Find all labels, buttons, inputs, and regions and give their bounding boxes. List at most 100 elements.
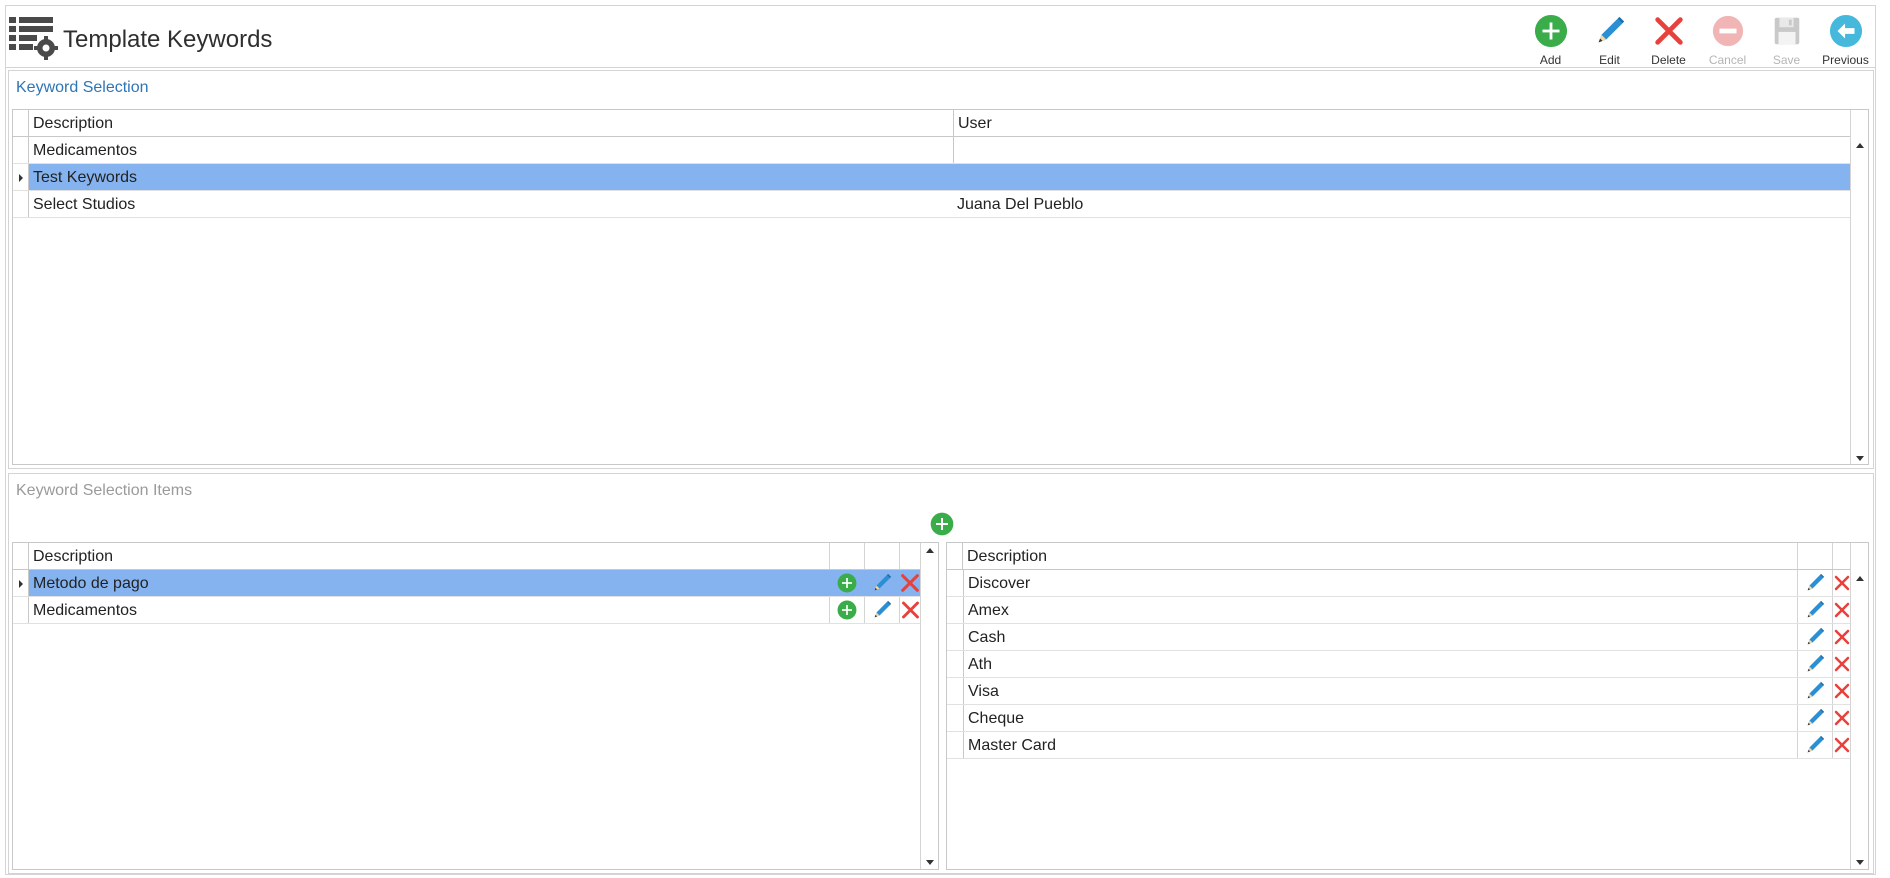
table-row[interactable]: Test Keywords — [13, 164, 1851, 191]
delete-x-icon — [899, 572, 921, 594]
add-row-button[interactable] — [829, 597, 864, 623]
table-row[interactable]: Master Card — [947, 732, 1851, 759]
delete-x-icon — [1833, 626, 1851, 648]
edit-row-button[interactable] — [1797, 705, 1832, 731]
pencil-icon — [871, 572, 893, 594]
edit-row-button[interactable] — [864, 570, 899, 596]
edit-row-button[interactable] — [1797, 597, 1832, 623]
table-row[interactable]: Medicamentos — [13, 137, 1851, 164]
save-disk-icon — [1769, 13, 1805, 49]
previous-label: Previous — [1822, 53, 1869, 67]
delete-row-button[interactable] — [1832, 597, 1851, 623]
scroll-down-icon[interactable] — [926, 860, 934, 865]
column-header-edit — [1797, 543, 1832, 569]
column-header-description[interactable]: Description — [963, 543, 1797, 569]
edit-row-button[interactable] — [1797, 678, 1832, 704]
delete-row-button[interactable] — [1832, 624, 1851, 650]
add-item-button[interactable] — [930, 512, 954, 536]
description-cell: Medicamentos — [33, 602, 138, 619]
current-row-arrow-icon — [19, 174, 23, 182]
column-header-edit — [864, 543, 899, 569]
list-settings-icon — [8, 14, 58, 60]
add-button[interactable]: Add — [1521, 10, 1580, 70]
row-indicator — [13, 597, 29, 623]
description-cell: Master Card — [963, 732, 1797, 758]
back-arrow-icon — [1828, 13, 1864, 49]
previous-button[interactable]: Previous — [1816, 10, 1875, 70]
table-row[interactable]: Discover — [947, 570, 1851, 597]
user-cell: Juana Del Pueblo — [957, 196, 1084, 213]
keyword-selection-group: Keyword Selection Description User Medic… — [8, 70, 1874, 469]
delete-row-button[interactable] — [1832, 570, 1851, 596]
delete-button[interactable]: Delete — [1639, 10, 1698, 70]
description-cell: Metodo de pago — [29, 570, 921, 596]
delete-row-button[interactable] — [1832, 705, 1851, 731]
column-header-delete — [899, 543, 921, 569]
scroll-up-icon[interactable] — [926, 548, 934, 553]
scroll-up-icon[interactable] — [1856, 143, 1864, 148]
edit-row-button[interactable] — [1797, 732, 1832, 758]
keyword-selection-items-group: Keyword Selection Items Description Meto… — [8, 473, 1874, 874]
description-cell: Select Studios — [33, 196, 136, 213]
cancel-icon — [1710, 13, 1746, 49]
scroll-up-icon[interactable] — [1856, 576, 1864, 581]
pencil-icon — [1804, 734, 1826, 756]
table-row[interactable]: Metodo de pago — [13, 570, 921, 597]
delete-x-icon — [1833, 707, 1851, 729]
keyword-selection-items-title: Keyword Selection Items — [16, 482, 193, 499]
table-row[interactable]: Amex — [947, 597, 1851, 624]
cancel-label: Cancel — [1708, 53, 1747, 67]
description-cell: Cheque — [963, 705, 1797, 731]
description-cell: Cash — [963, 624, 1797, 650]
row-indicator — [947, 651, 963, 677]
edit-label: Edit — [1599, 53, 1620, 67]
delete-x-icon — [1833, 734, 1851, 756]
pencil-icon — [1592, 13, 1628, 49]
user-cell — [953, 137, 1851, 163]
add-icon — [1533, 13, 1569, 49]
vertical-scrollbar[interactable] — [920, 543, 938, 869]
table-row[interactable]: Cash — [947, 624, 1851, 651]
edit-row-button[interactable] — [1797, 570, 1832, 596]
vertical-scrollbar[interactable] — [1850, 110, 1868, 464]
cancel-button[interactable]: Cancel — [1698, 10, 1757, 70]
row-indicator — [13, 191, 29, 217]
scroll-down-icon[interactable] — [1856, 456, 1864, 461]
delete-row-button[interactable] — [1832, 678, 1851, 704]
table-row[interactable]: Ath — [947, 651, 1851, 678]
delete-row-button[interactable] — [1832, 651, 1851, 677]
add-icon — [837, 573, 857, 593]
table-row[interactable]: Cheque — [947, 705, 1851, 732]
delete-x-icon — [1833, 599, 1851, 621]
table-row[interactable]: Select Studios Juana Del Pueblo — [13, 191, 1851, 218]
add-row-button[interactable] — [829, 570, 864, 596]
edit-row-button[interactable] — [1797, 624, 1832, 650]
column-header-description[interactable]: Description — [29, 543, 829, 569]
column-header-description[interactable]: Description — [29, 110, 953, 136]
delete-x-icon — [1833, 653, 1851, 675]
table-row[interactable]: Visa — [947, 678, 1851, 705]
delete-row-button[interactable] — [899, 570, 921, 596]
save-button[interactable]: Save — [1757, 10, 1816, 70]
vertical-scrollbar[interactable] — [1850, 543, 1868, 869]
table-row[interactable]: Medicamentos — [13, 597, 921, 624]
keyword-item-values-grid: Description Discover Amex Cash Ath Visa … — [946, 542, 1869, 870]
edit-button[interactable]: Edit — [1580, 10, 1639, 70]
delete-row-button[interactable] — [899, 597, 921, 623]
row-indicator — [947, 624, 963, 650]
edit-row-button[interactable] — [1797, 651, 1832, 677]
column-header-user[interactable]: User — [953, 110, 1851, 136]
delete-x-icon — [1833, 680, 1851, 702]
keyword-selection-grid: Description User Medicamentos Test Keywo… — [12, 109, 1869, 465]
row-indicator — [947, 543, 963, 569]
description-cell: Visa — [963, 678, 1797, 704]
grid-header-row: Description — [947, 543, 1851, 570]
row-indicator — [13, 543, 29, 569]
pencil-icon — [1804, 626, 1826, 648]
edit-row-button[interactable] — [864, 597, 899, 623]
pencil-icon — [1804, 572, 1826, 594]
scroll-down-icon[interactable] — [1856, 860, 1864, 865]
delete-row-button[interactable] — [1832, 732, 1851, 758]
description-cell: Medicamentos — [33, 142, 138, 159]
toolbar: Add Edit Delete Cancel Save Previous — [1521, 10, 1875, 70]
